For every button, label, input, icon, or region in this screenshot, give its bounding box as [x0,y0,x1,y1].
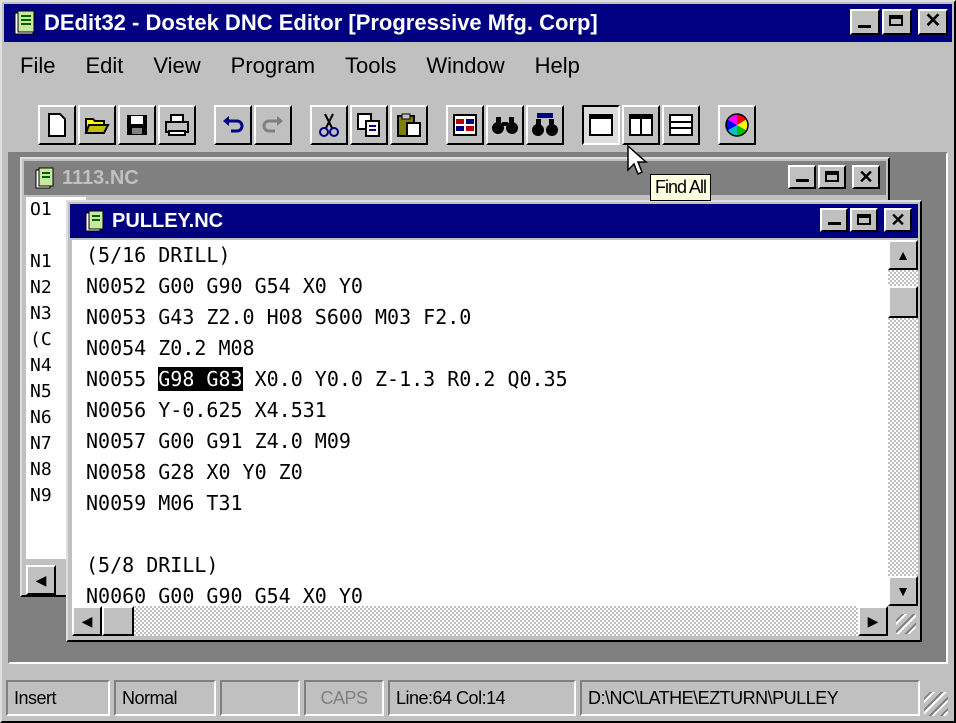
close-button[interactable]: ✕ [852,165,880,189]
scroll-left-button[interactable]: ◀ [72,606,102,636]
status-mode: Insert [6,680,110,716]
paste-icon [397,113,421,137]
code-line: (5/16 DRILL) [86,243,231,267]
document-icon [35,167,54,189]
compare-button[interactable] [446,105,484,145]
cut-icon [319,113,339,137]
find-all-button[interactable] [526,105,564,145]
single-view-button[interactable] [582,105,620,145]
scroll-left-button[interactable]: ◀ [26,565,56,595]
scroll-up-button[interactable]: ▲ [888,240,918,270]
code-line: (5/8 DRILL) [86,553,219,577]
print-icon [165,114,189,136]
maximize-button[interactable] [818,165,846,189]
code-line: N0060 G00 G90 G54 X0 Y0 [86,584,363,606]
save-icon [127,115,147,135]
minimize-button[interactable] [788,165,816,189]
code-editor[interactable]: (5/16 DRILL) N0052 G00 G90 G54 X0 Y0 N00… [72,240,888,606]
menu-tools[interactable]: Tools [345,53,396,79]
open-button[interactable] [78,105,116,145]
status-position: Line:64 Col:14 [388,680,576,716]
menu-file[interactable]: File [20,53,55,79]
maximize-button[interactable] [882,9,912,35]
new-button[interactable] [38,105,76,145]
menu-view[interactable]: View [153,53,200,79]
cut-button[interactable] [310,105,348,145]
find-all-icon [532,113,558,136]
single-view-icon [589,114,613,136]
split-horizontal-icon [669,114,693,136]
tooltip: Find All [650,174,712,201]
find-icon [492,117,518,134]
redo-button[interactable] [254,105,292,145]
compare-icon [453,114,477,136]
code-line-selected: N0055 G98 G83 X0.0 Y0.0 Z-1.3 R0.2 Q0.35 [86,364,888,395]
split-vertical-icon [629,114,653,136]
window-size-grip[interactable] [924,692,948,716]
vertical-scroll-thumb[interactable] [888,286,918,318]
line-prefix: N0055 [86,367,159,391]
line-suffix: X0.0 Y0.0 Z-1.3 R0.2 Q0.35 [242,367,568,391]
close-button[interactable]: ✕ [884,208,912,232]
menu-edit[interactable]: Edit [85,53,123,79]
find-button[interactable] [486,105,524,145]
code-line: N0053 G43 Z2.0 H08 S600 M03 F2.0 [86,305,472,329]
status-path: D:\NC\LATHE\EZTURN\PULLEY [580,680,920,716]
menu-program[interactable]: Program [231,53,315,79]
paste-button[interactable] [390,105,428,145]
main-window: DEdit32 - Dostek DNC Editor [Progressive… [0,0,956,723]
vertical-scrollbar[interactable]: ▲ ▼ [888,240,918,606]
horizontal-scrollbar[interactable]: ◀ ▶ [72,606,888,636]
child-title-bar[interactable]: PULLEY.NC ✕ [70,204,918,238]
minimize-button[interactable] [850,9,880,35]
size-grip[interactable] [888,606,918,636]
minimize-button[interactable] [820,208,848,232]
document-icon [85,210,104,232]
code-line: N0052 G00 G90 G54 X0 Y0 [86,274,363,298]
print-button[interactable] [158,105,196,145]
split-horizontal-button[interactable] [662,105,700,145]
text-selection[interactable]: G98 G83 [158,367,243,391]
split-vertical-button[interactable] [622,105,660,145]
code-line: N0057 G00 G91 Z4.0 M09 [86,429,351,453]
window-title: DEdit32 - Dostek DNC Editor [Progressive… [44,10,598,35]
code-line: N0059 M06 T31 [86,491,243,515]
app-icon [12,10,38,36]
scroll-down-button[interactable]: ▼ [888,576,918,606]
color-button[interactable] [718,105,756,145]
menu-bar: File Edit View Program Tools Window Help [4,46,952,86]
code-line: N0056 Y-0.625 X4.531 [86,398,327,422]
status-empty [220,680,300,716]
status-caps: CAPS [304,680,384,716]
copy-icon [357,113,380,137]
menu-window[interactable]: Window [426,53,504,79]
undo-icon [223,116,244,133]
code-line: N0054 Z0.2 M08 [86,336,255,360]
child-title: PULLEY.NC [112,209,224,232]
color-icon [725,113,749,137]
child-title: 1113.NC [62,166,139,189]
mouse-pointer-icon [627,144,648,176]
code-line: N0058 G28 X0 Y0 Z0 [86,460,303,484]
child-window-pulley[interactable]: PULLEY.NC ✕ (5/16 DRILL) N0052 G00 G90 G… [66,200,922,642]
status-view: Normal [114,680,216,716]
menu-help[interactable]: Help [535,53,580,79]
close-button[interactable]: ✕ [918,9,948,35]
save-button[interactable] [118,105,156,145]
status-bar: Insert Normal CAPS Line:64 Col:14 D:\NC\… [6,678,950,718]
open-icon [84,118,110,134]
copy-button[interactable] [350,105,388,145]
title-bar[interactable]: DEdit32 - Dostek DNC Editor [Progressive… [4,4,952,42]
maximize-button[interactable] [850,208,878,232]
scroll-right-button[interactable]: ▶ [858,606,888,636]
toolbar [38,102,758,148]
undo-button[interactable] [214,105,252,145]
horizontal-scroll-thumb[interactable] [102,606,134,636]
new-icon [48,113,66,137]
redo-icon [262,116,283,133]
child-title-bar[interactable]: 1113.NC ✕ [24,161,886,195]
